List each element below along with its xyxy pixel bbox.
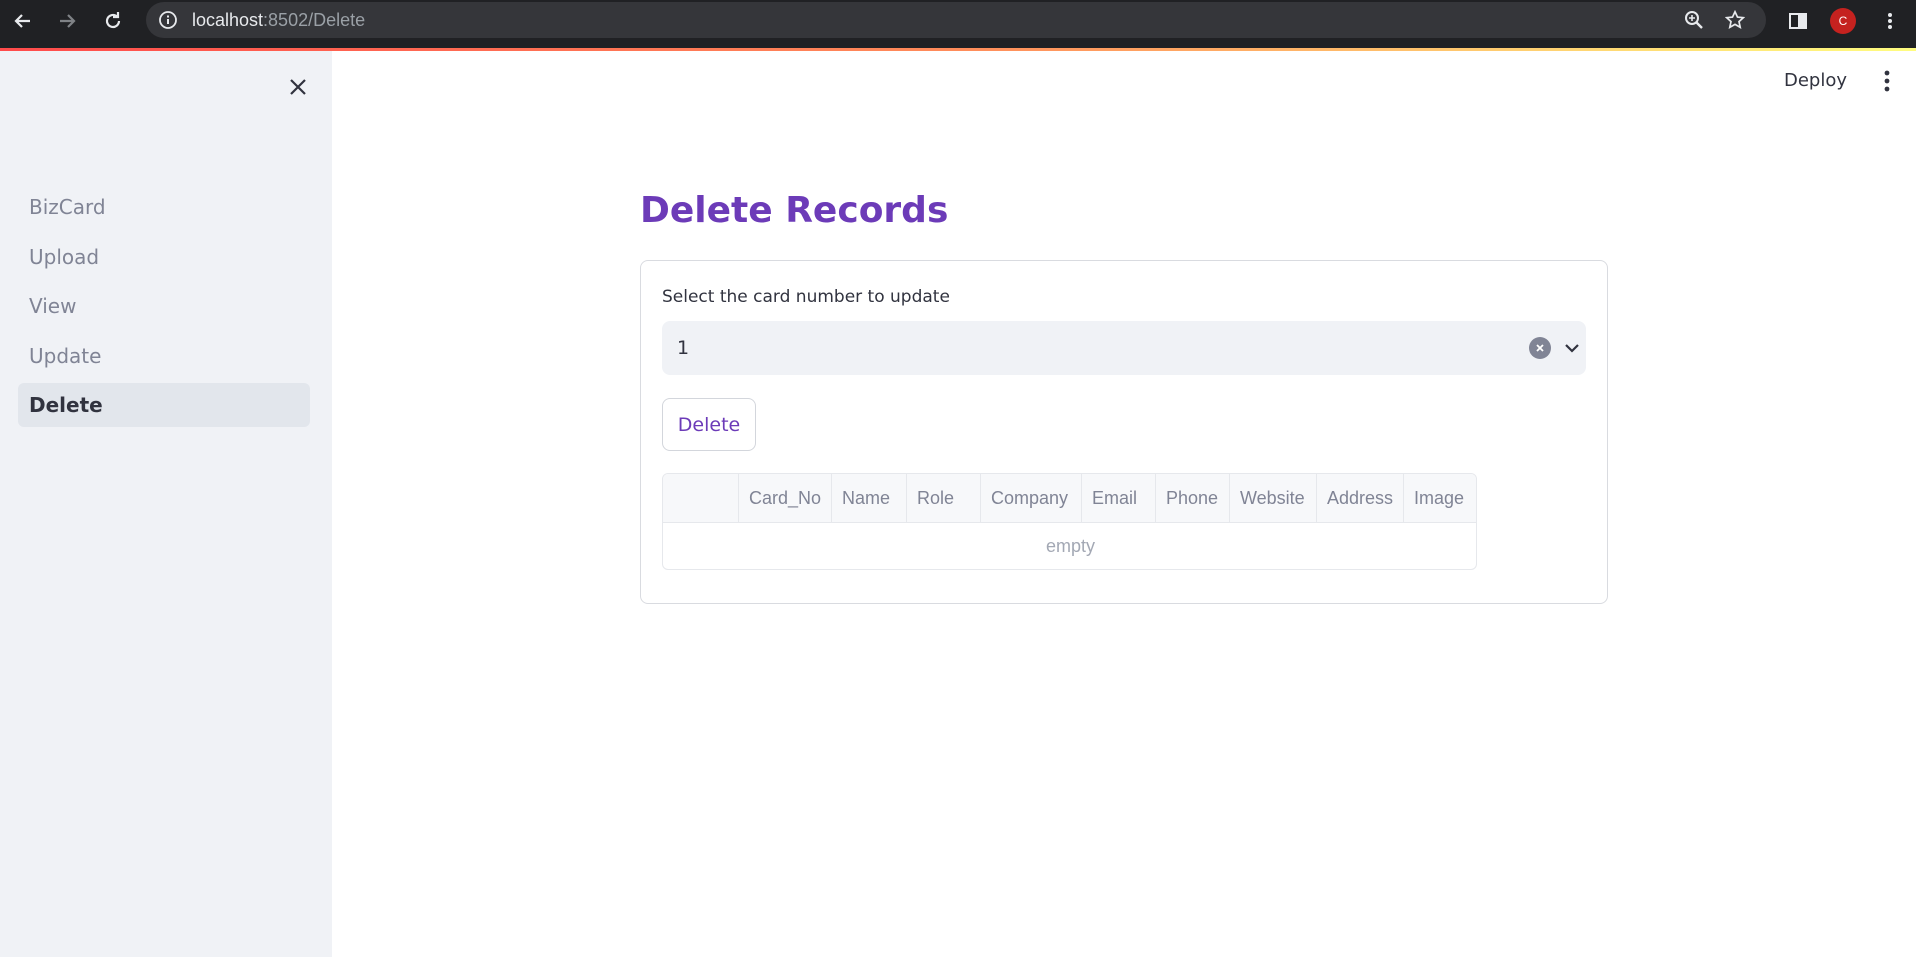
profile-avatar[interactable]: C [1830, 8, 1856, 34]
column-header-role[interactable]: Role [907, 474, 981, 523]
column-header-company[interactable]: Company [981, 474, 1082, 523]
url-host: localhost [192, 10, 264, 30]
side-panel-icon[interactable] [1781, 4, 1815, 38]
card-number-value: 1 [677, 337, 690, 359]
card-number-label: Select the card number to update [662, 287, 950, 307]
column-header-address[interactable]: Address [1317, 474, 1404, 523]
column-header-website[interactable]: Website [1230, 474, 1317, 523]
url-path: :8502/Delete [263, 10, 366, 30]
close-icon[interactable] [282, 71, 314, 103]
zoom-icon[interactable] [1682, 8, 1706, 32]
sidebar-item-delete[interactable]: Delete [18, 383, 310, 427]
sidebar: BizCard Upload View Update Delete [0, 51, 332, 957]
sidebar-item-view[interactable]: View [18, 284, 310, 328]
column-header-phone[interactable]: Phone [1156, 474, 1230, 523]
deploy-button[interactable]: Deploy [1776, 64, 1855, 98]
forward-arrow-icon[interactable] [50, 4, 84, 38]
sidebar-item-bizcard[interactable]: BizCard [18, 185, 310, 229]
reload-icon[interactable] [96, 4, 130, 38]
card-number-select[interactable]: 1 [662, 321, 1586, 375]
star-icon[interactable] [1723, 8, 1747, 32]
column-header-email[interactable]: Email [1082, 474, 1156, 523]
url-text: localhost:8502/Delete [192, 2, 365, 38]
back-arrow-icon[interactable] [6, 4, 40, 38]
sidebar-nav: BizCard Upload View Update Delete [18, 185, 310, 433]
sidebar-item-update[interactable]: Update [18, 334, 310, 378]
chevron-down-icon[interactable] [1560, 336, 1584, 360]
table-empty-message: empty [1045, 536, 1096, 556]
column-header-index[interactable] [663, 474, 739, 523]
column-header-card-no[interactable]: Card_No [739, 474, 832, 523]
info-icon[interactable] [156, 8, 180, 32]
column-header-image[interactable]: Image [1404, 474, 1476, 523]
delete-button[interactable]: Delete [662, 398, 756, 451]
sidebar-item-upload[interactable]: Upload [18, 235, 310, 279]
browser-toolbar: localhost:8502/Delete C [0, 0, 1916, 48]
column-header-name[interactable]: Name [832, 474, 907, 523]
address-bar[interactable]: localhost:8502/Delete [146, 2, 1766, 38]
kebab-menu-icon[interactable] [1873, 4, 1907, 38]
table-header: Card_No Name Role Company Email Phone We… [663, 474, 1476, 523]
records-table: Card_No Name Role Company Email Phone We… [662, 473, 1477, 570]
main-menu-icon[interactable] [1872, 66, 1902, 96]
delete-form: Select the card number to update 1 Delet… [640, 260, 1608, 604]
page-title: Delete Records [640, 190, 949, 231]
clear-icon[interactable] [1529, 337, 1551, 359]
